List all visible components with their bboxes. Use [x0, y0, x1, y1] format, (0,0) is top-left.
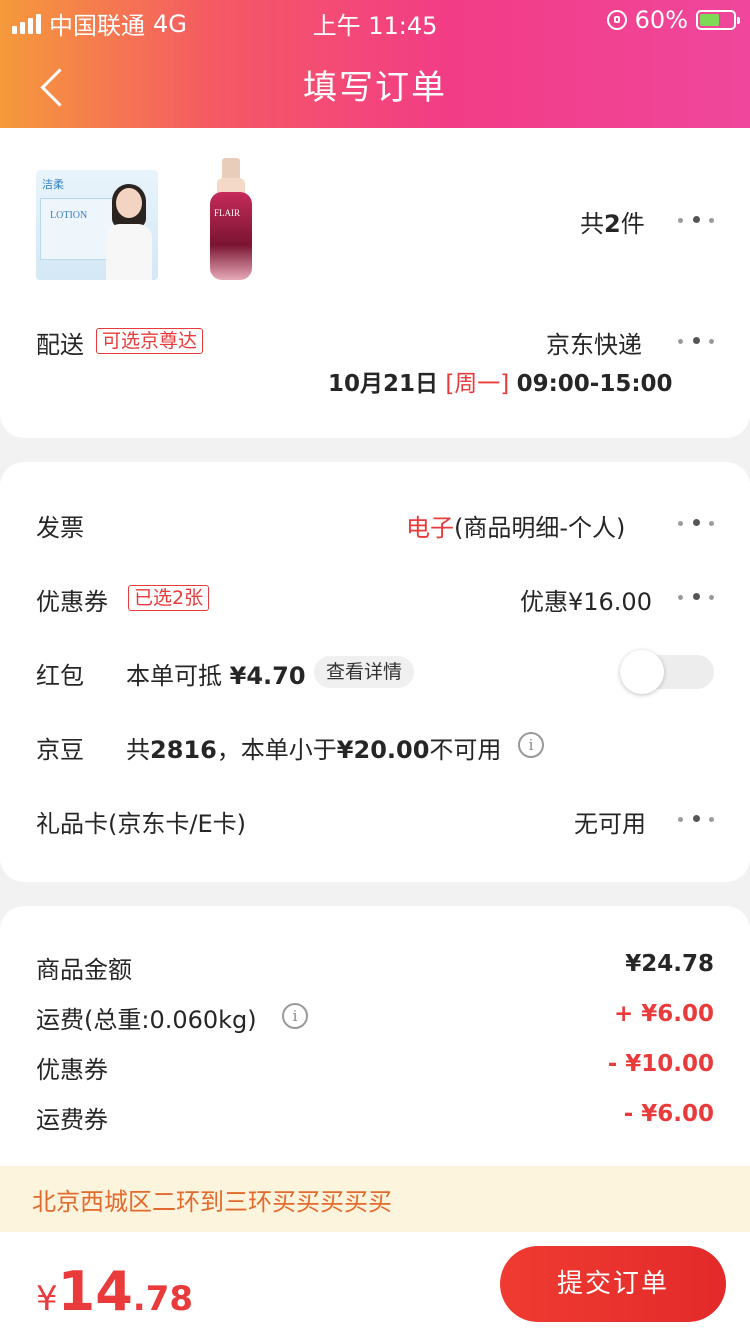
total-currency: ¥: [36, 1279, 58, 1319]
delivery-date: 10月21日: [328, 371, 439, 397]
invoice-more-icon[interactable]: [678, 513, 718, 533]
product-bottle-label: FLAIR: [214, 208, 241, 218]
product-thumbnail-lotion-tissue[interactable]: 洁柔 LOTION: [36, 170, 158, 280]
coupon-value[interactable]: 优惠¥16.00: [520, 582, 652, 617]
delivery-window: 09:00-15:00: [516, 371, 673, 397]
status-bar: 中国联通 4G 上午 11:45 60%: [0, 0, 750, 40]
coupon-discount-value: - ¥10.00: [607, 1051, 714, 1077]
order-total: ¥ 14 .78: [36, 1260, 193, 1323]
red-packet-amount: ¥4.70: [229, 662, 306, 690]
jd-beans-info-icon[interactable]: i: [518, 732, 544, 758]
goods-amount-label: 商品金额: [36, 956, 132, 984]
delivery-weekday: [周一]: [445, 371, 510, 397]
goods-amount-value: ¥24.78: [625, 951, 714, 977]
red-packet-desc: 本单可抵 ¥4.70: [126, 662, 306, 690]
title-bar: 填写订单: [0, 46, 750, 122]
coupon-tag: 已选2张: [128, 585, 210, 611]
invoice-detail: (商品明细-个人): [454, 514, 626, 542]
invoice-value[interactable]: 电子(商品明细-个人): [406, 508, 625, 543]
toggle-knob: [620, 650, 664, 694]
gift-card-more-icon[interactable]: [678, 809, 718, 829]
delivery-label: 配送: [36, 331, 84, 359]
jd-beans-label: 京豆: [36, 736, 84, 764]
gift-card-value[interactable]: 无可用: [574, 804, 646, 839]
orientation-lock-icon: [606, 10, 627, 30]
coupon-more-icon[interactable]: [678, 587, 718, 607]
shipping-coupon-value: - ¥6.00: [623, 1101, 714, 1127]
product-brand-logo: 洁柔: [42, 178, 64, 191]
invoice-type: 电子: [406, 514, 454, 542]
bottom-bar: ¥ 14 .78 提交订单: [0, 1232, 750, 1334]
shipping-fee-label: 运费(总重:0.060kg): [36, 1006, 257, 1034]
red-packet-label: 红包: [36, 662, 84, 690]
invoice-label: 发票: [36, 514, 84, 542]
shipping-fee-value: + ¥6.00: [613, 1001, 714, 1027]
address-notice-bar[interactable]: 北京西城区二环到三环买买买买买: [0, 1166, 750, 1232]
product-thumbnail-fabric-softener[interactable]: FLAIR: [206, 158, 256, 282]
product-box-lettering: LOTION: [50, 210, 88, 221]
status-right: 60%: [606, 6, 740, 34]
coupon-label: 优惠券: [36, 588, 108, 616]
gift-card-label: 礼品卡(京东卡/E卡): [36, 810, 246, 838]
total-decimal: .78: [132, 1279, 194, 1319]
delivery-tag[interactable]: 可选京尊达: [96, 328, 204, 354]
shipping-info-icon[interactable]: i: [282, 1003, 308, 1029]
delivery-more-icon[interactable]: [678, 331, 718, 351]
page-title: 填写订单: [303, 68, 447, 108]
battery-level: [700, 14, 720, 26]
red-packet-toggle[interactable]: [620, 650, 714, 694]
submit-order-button[interactable]: 提交订单: [500, 1246, 726, 1322]
jd-beans-desc: 共2816，本单小于¥20.00不可用: [126, 736, 502, 764]
header: 中国联通 4G 上午 11:45 60% 填写订单: [0, 0, 750, 128]
item-count[interactable]: 共2件: [580, 204, 645, 239]
delivery-method[interactable]: 京东快递: [546, 325, 642, 360]
red-packet-detail-button[interactable]: 查看详情: [314, 656, 415, 688]
total-integer: 14: [57, 1260, 133, 1323]
battery-icon: [696, 10, 740, 30]
battery-percent: 60%: [634, 6, 688, 34]
delivery-time[interactable]: 10月21日 [周一] 09:00-15:00: [328, 364, 673, 398]
address-notice-text: 北京西城区二环到三环买买买买买: [32, 1188, 392, 1216]
product-model-image: [104, 184, 152, 280]
item-more-icon[interactable]: [678, 210, 718, 230]
coupon-discount-label: 优惠券: [36, 1056, 108, 1084]
shipping-coupon-label: 运费券: [36, 1106, 108, 1134]
